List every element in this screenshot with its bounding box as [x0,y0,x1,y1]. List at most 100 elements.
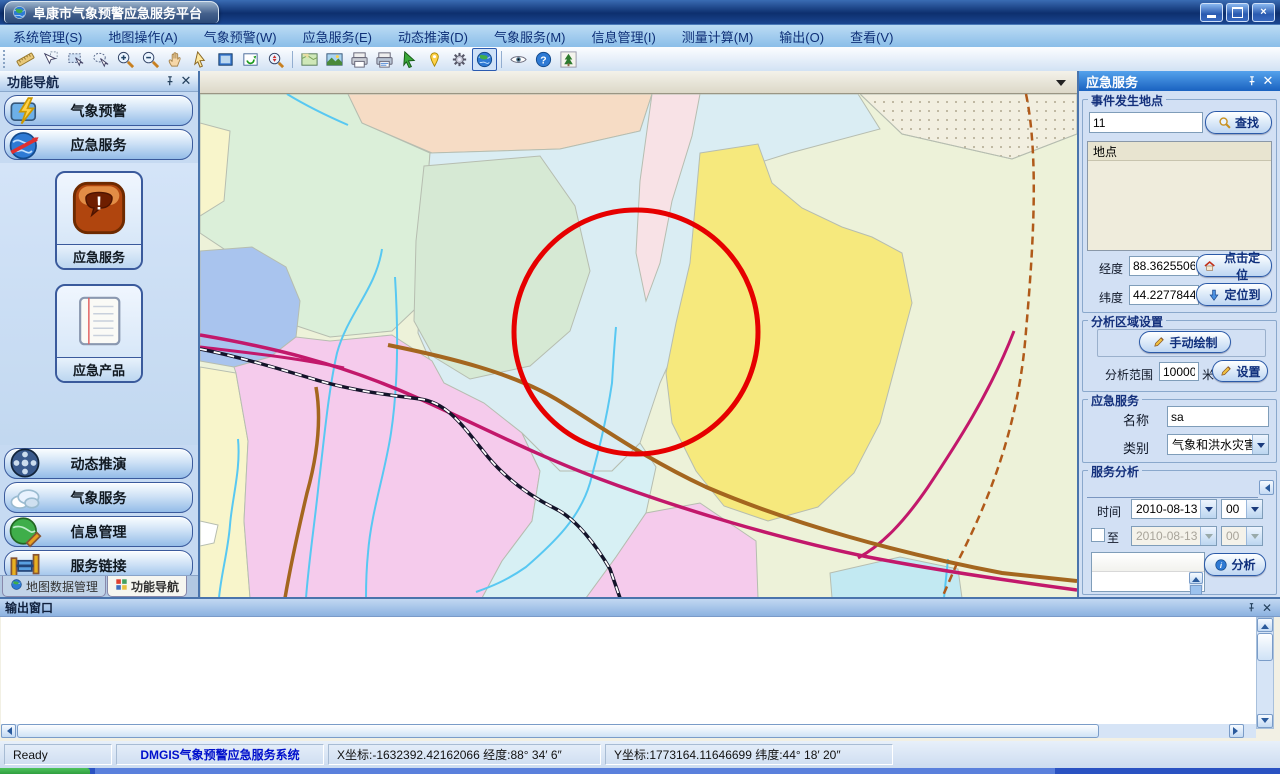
nav-label: 应急服务 [71,135,127,155]
scroll-up-icon[interactable] [1257,618,1273,632]
full-extent-icon[interactable] [213,48,238,71]
scroll-down-icon[interactable] [1257,714,1273,728]
globe-icon[interactable] [472,48,497,71]
service-analysis-group: 服务分析 时间 2010-08-13 00 至 2010-08-13 00 [1082,470,1277,595]
locate-to-button[interactable]: 定位到 [1196,283,1272,306]
nav-item-top-1[interactable]: 气象预警 [4,95,193,126]
scroll-right-icon[interactable] [1229,724,1244,738]
search-input[interactable] [1089,112,1203,133]
hour-select-1[interactable]: 00 [1221,499,1263,519]
menu-item-5[interactable]: 动态推演(D) [385,27,481,46]
title-bar: 阜康市气象预警应急服务平台 × [0,0,1280,24]
close-panel-icon[interactable]: ✕ [178,74,194,89]
status-system-name: DMGIS气象预警应急服务系统 [116,744,324,765]
pan-icon[interactable] [163,48,188,71]
measure-icon[interactable] [13,48,38,71]
service-type-select[interactable]: 气象和洪水灾害 [1167,434,1269,455]
shortcut-button-2[interactable]: 应急产品 [55,284,143,383]
scroll-up-icon[interactable] [1189,572,1203,584]
service-name-input[interactable] [1167,406,1269,427]
menu-item-4[interactable]: 应急服务(E) [290,27,385,46]
window-list-dropdown-icon[interactable] [1053,76,1069,89]
nav-item-bottom-3[interactable]: 信息管理 [4,516,193,547]
map-canvas[interactable] [200,94,1077,598]
nav-label: 气象预警 [71,101,127,121]
left-tab-2[interactable]: 功能导航 [107,576,187,597]
analyze-button[interactable]: i 分析 [1204,553,1266,576]
locate-pin-icon[interactable] [422,48,447,71]
menu-item-7[interactable]: 信息管理(I) [579,27,669,46]
to-checkbox[interactable] [1091,528,1105,542]
print-color-icon[interactable] [372,48,397,71]
select-icon[interactable] [38,48,63,71]
scrollbar-thumb[interactable] [17,724,1099,738]
close-panel-icon[interactable]: ✕ [1259,600,1275,615]
nav-item-bottom-1[interactable]: 动态推演 [4,448,193,479]
nav-item-bottom-2[interactable]: 气象服务 [4,482,193,513]
tree-view-icon[interactable] [556,48,581,71]
scroll-left-icon[interactable] [1,724,16,738]
output-window: 输出窗口 ✕ [0,597,1280,741]
set-range-button[interactable]: 设置 [1212,360,1268,382]
rect-select-icon[interactable] [63,48,88,71]
minimize-button[interactable] [1200,3,1223,22]
print-icon[interactable] [347,48,372,71]
pin-icon[interactable] [1244,74,1260,89]
emer-globe-icon [8,127,42,161]
tab-scroll-left-icon[interactable] [1259,480,1274,495]
zoom-in-icon[interactable] [113,48,138,71]
click-locate-button[interactable]: 点击定位 [1196,254,1272,277]
vertical-scrollbar[interactable] [1256,617,1274,729]
help-icon[interactable]: ? [531,48,556,71]
start-button-edge[interactable] [0,768,90,774]
image-export-icon[interactable] [322,48,347,71]
range-input[interactable] [1159,362,1199,381]
date-select-1[interactable]: 2010-08-13 [1131,499,1217,519]
map-view-icon[interactable] [297,48,322,71]
application-window: 阜康市气象预警应急服务平台 × 系统管理(S)地图操作(A)气象预警(W)应急服… [0,0,1280,774]
location-list[interactable]: 地点 [1087,141,1272,251]
element-list[interactable] [1091,552,1205,592]
settings-gear-icon[interactable] [447,48,472,71]
lasso-select-icon[interactable] [88,48,113,71]
pin-icon[interactable] [162,74,178,89]
menu-item-8[interactable]: 测量计算(M) [669,27,767,46]
toolbar-grip[interactable] [3,50,9,68]
latitude-input[interactable] [1129,285,1199,305]
menu-item-9[interactable]: 输出(O) [766,27,837,46]
output-table [1,617,1256,724]
refresh-icon[interactable] [238,48,263,71]
film-icon [8,446,42,480]
pointer-icon[interactable] [188,48,213,71]
shortcut-button-1[interactable]: !应急服务 [55,171,143,270]
dropdown-arrow-icon[interactable] [1252,435,1268,454]
close-panel-icon[interactable]: ✕ [1260,74,1276,89]
status-bar: Ready DMGIS气象预警应急服务系统 X坐标:-1632392.42162… [0,741,1280,768]
hour-select-2[interactable]: 00 [1221,526,1263,546]
left-panel-title: 功能导航 [7,72,59,91]
longitude-input[interactable] [1129,256,1199,276]
menu-item-10[interactable]: 查看(V) [837,27,906,46]
nav-item-top-2[interactable]: 应急服务 [4,129,193,160]
zoom-scale-icon[interactable] [263,48,288,71]
left-tab-1[interactable]: 地图数据管理 [2,576,106,597]
svg-text:?: ? [540,55,546,66]
pencil-icon [1152,335,1166,349]
latitude-label: 纬度 [1099,289,1123,306]
menu-item-2[interactable]: 地图操作(A) [95,27,190,46]
date-select-2[interactable]: 2010-08-13 [1131,526,1217,546]
menu-item-1[interactable]: 系统管理(S) [0,27,95,46]
menu-item-6[interactable]: 气象服务(M) [481,27,579,46]
arrow-tool-icon[interactable] [397,48,422,71]
eye-icon[interactable] [506,48,531,71]
search-button[interactable]: 查找 [1205,111,1272,134]
horizontal-scrollbar[interactable] [1,724,1256,738]
close-button[interactable]: × [1252,3,1275,22]
restore-button[interactable] [1226,3,1249,22]
manual-draw-button[interactable]: 手动绘制 [1139,331,1231,353]
taskbar-edge [0,768,1280,774]
scrollbar-thumb[interactable] [1257,633,1273,661]
zoom-out-icon[interactable] [138,48,163,71]
menu-item-3[interactable]: 气象预警(W) [191,27,290,46]
pin-icon[interactable] [1243,600,1259,615]
